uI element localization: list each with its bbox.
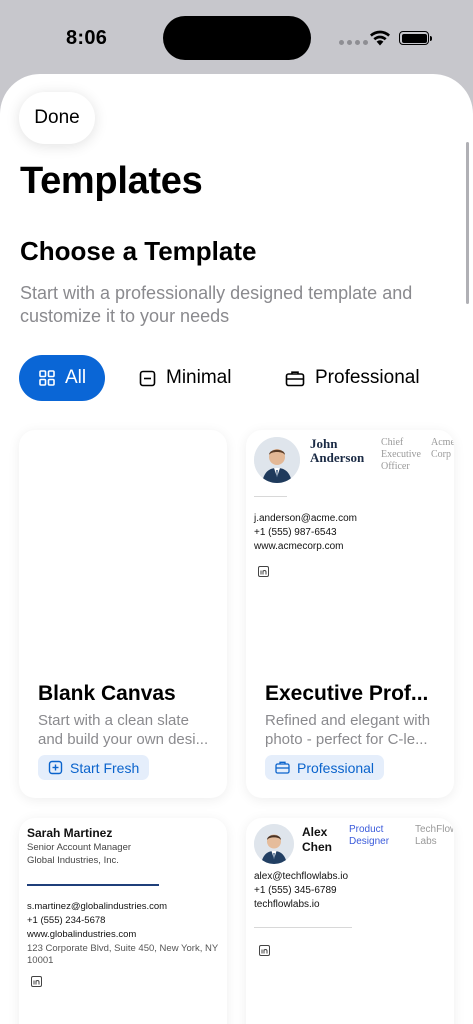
filter-professional-label: Professional	[315, 367, 420, 388]
grid-icon	[39, 370, 55, 386]
briefcase-icon	[275, 761, 290, 774]
linkedin-icon	[31, 976, 42, 987]
card-badge: Start Fresh	[38, 755, 150, 780]
cellular-signal-icon	[339, 40, 368, 45]
avatar	[254, 824, 294, 864]
preview-contact: s.martinez@globalindustries.com +1 (555)…	[27, 901, 168, 940]
page-title: Templates	[20, 160, 203, 202]
preview-address: 123 Corporate Blvd, Suite 450, New York,…	[27, 943, 219, 966]
divider	[27, 884, 159, 886]
section-subtitle: Start with a professionally designed tem…	[20, 283, 413, 326]
status-time: 8:06	[66, 27, 108, 49]
card-title: Executive Prof...	[265, 682, 429, 705]
divider	[254, 927, 352, 928]
preview-role: Senior Account Manager Global Industries…	[27, 842, 132, 866]
plus-square-icon	[48, 760, 63, 775]
preview-name: Alex Chen	[302, 825, 332, 854]
preview-name: John Anderson	[310, 436, 365, 465]
filter-minimal[interactable]: Minimal	[139, 355, 231, 401]
filter-professional[interactable]: Professional	[285, 355, 420, 401]
template-card-corporate[interactable]: Sarah Martinez Senior Account Manager Gl…	[19, 818, 227, 1024]
preview-name: Sarah Martinez	[27, 826, 113, 840]
square-minus-icon	[139, 370, 156, 386]
preview-contact: j.anderson@acme.com +1 (555) 987-6543 ww…	[254, 513, 357, 552]
preview-contact: alex@techflowlabs.io +1 (555) 345-6789 t…	[254, 871, 349, 910]
card-description: Refined and elegant with photo - perfect…	[265, 712, 431, 748]
filter-minimal-label: Minimal	[166, 367, 232, 388]
scrollbar[interactable]	[466, 142, 469, 304]
battery-icon	[399, 31, 432, 45]
template-card-modern[interactable]: Alex Chen Product Designer TechFlow Labs…	[246, 818, 454, 1024]
preview-company: TechFlow Labs	[415, 824, 454, 847]
filter-all-label: All	[65, 367, 87, 388]
linkedin-icon	[259, 945, 270, 956]
filter-all[interactable]: All	[19, 355, 105, 401]
template-card-blank-canvas[interactable]: Blank Canvas Start with a clean slate an…	[19, 430, 227, 798]
preview-company: Acme Corp	[431, 437, 454, 460]
briefcase-icon	[285, 370, 305, 386]
dynamic-island	[163, 16, 311, 60]
card-badge: Professional	[265, 755, 385, 780]
wifi-icon	[370, 30, 390, 46]
card-description: Start with a clean slate and build your …	[38, 712, 209, 748]
section-title: Choose a Template	[20, 236, 257, 266]
done-button[interactable]: Done	[19, 92, 95, 144]
preview-role: Product Designer	[349, 824, 390, 847]
card-title: Blank Canvas	[38, 682, 176, 705]
avatar	[254, 437, 300, 483]
templates-sheet: Done Templates Choose a Template Start w…	[0, 74, 473, 1024]
status-bar: 8:06	[0, 0, 473, 74]
linkedin-icon	[258, 566, 269, 577]
template-card-executive-professional[interactable]: John Anderson Chief Executive Officer Ac…	[246, 430, 454, 798]
preview-role: Chief Executive Officer	[381, 437, 421, 472]
divider	[254, 496, 287, 497]
